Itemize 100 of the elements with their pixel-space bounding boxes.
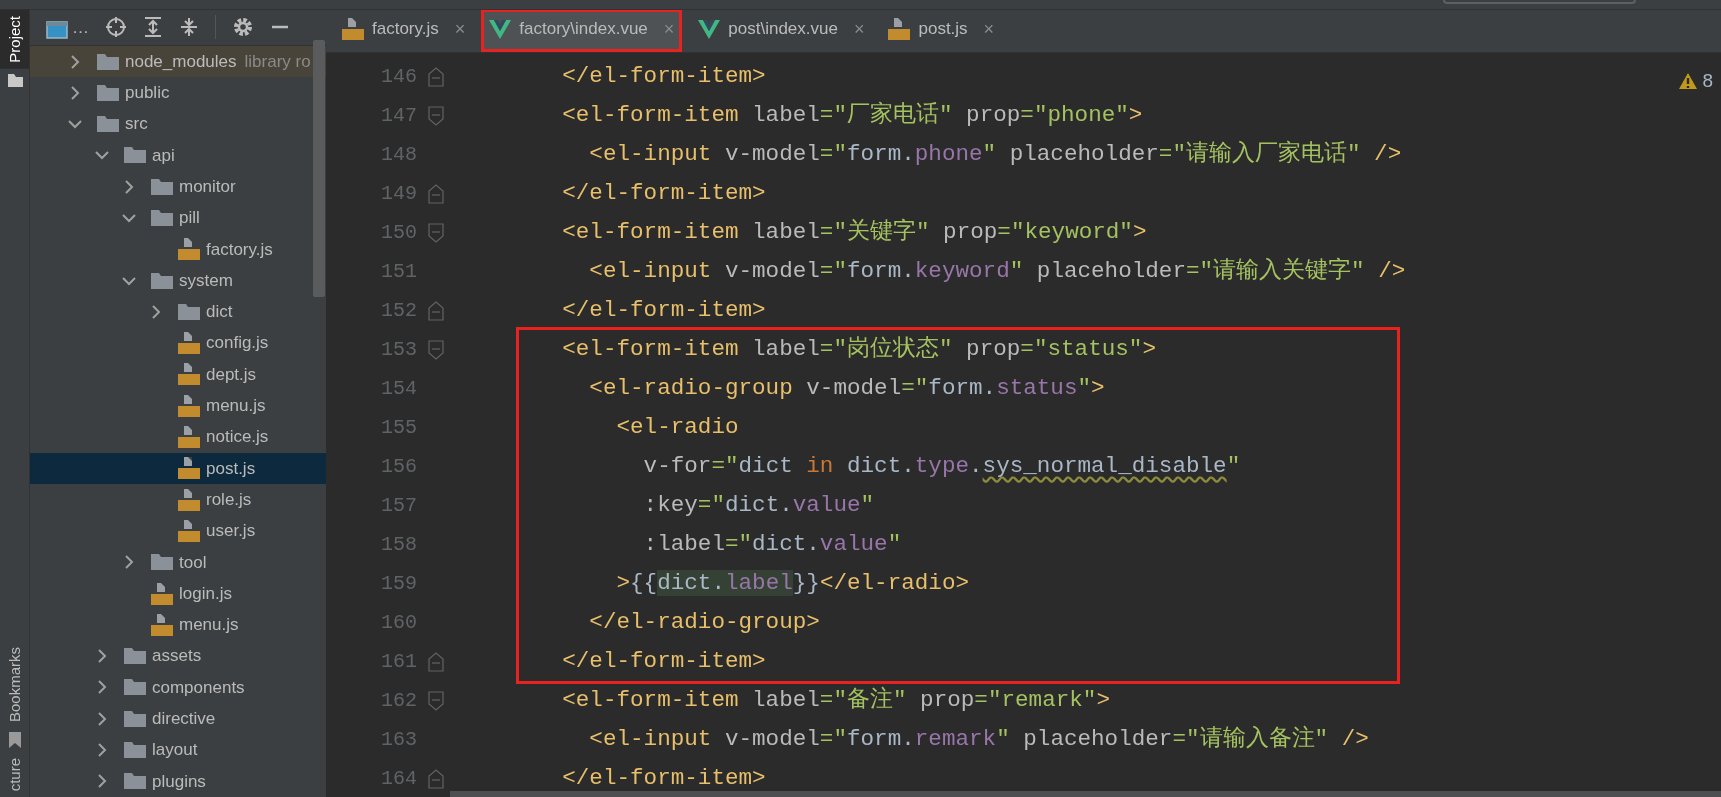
tree-item[interactable]: system [30,264,326,297]
warning-count[interactable]: 8 [1702,67,1713,96]
library-note: library ro [244,50,311,73]
line-number: 148 [380,142,417,168]
settings-icon[interactable] [232,16,254,39]
code-line: <el-input v-model="form.remark" placeholder="请输入备注" /> [588,724,1369,754]
code-line: <el-form-item label="备注" prop="remark"> [561,685,1110,715]
tree-item[interactable]: menu.js [30,609,326,641]
folder-icon [124,772,146,791]
side-tab[interactable]: Project [0,10,29,69]
editor-tab[interactable]: post\index.vue × [690,10,873,52]
folder-icon [178,302,200,321]
line-number: 162 [380,688,417,714]
line-number: 164 [380,766,417,792]
crosshair-icon[interactable] [105,16,127,39]
unfold-icon[interactable] [428,300,444,321]
js-file-icon [178,237,200,262]
js-file-icon [178,425,200,450]
js-file-icon [178,487,200,512]
line-number: 147 [380,103,417,129]
tree-item[interactable]: notice.js [30,421,326,453]
line-number: 149 [380,181,417,207]
folder-icon [124,741,146,760]
close-button[interactable]: × [454,15,466,43]
editor-tab[interactable]: factory.js × [334,10,474,52]
line-number: 146 [380,64,417,90]
view-menu[interactable]: … [72,14,89,41]
editor-tab[interactable]: factory\index.vue × [481,10,683,52]
tab-label: factory.js [372,18,439,41]
tree-item[interactable]: factory.js [30,233,326,265]
close-button[interactable]: × [853,15,865,43]
scrollbar[interactable] [313,40,325,297]
fold-icon[interactable] [428,105,444,126]
folder-icon [151,271,173,290]
tree-item[interactable]: user.js [30,515,326,547]
folder-icon [97,52,119,71]
tree-item[interactable]: dict [30,296,326,328]
vue-icon [489,19,512,39]
line-number: 158 [380,532,417,558]
unfold-icon[interactable] [428,183,444,204]
fold-icon[interactable] [428,690,444,711]
fold-icon[interactable] [428,222,444,243]
tree-item[interactable]: role.js [30,484,326,516]
side-tab[interactable]: Bookmarks [0,640,29,728]
js-file-icon [178,331,200,356]
tree-item[interactable]: tool [30,546,326,578]
tab-label: factory\index.vue [519,18,648,41]
js-file-icon [151,612,173,637]
vue-icon [698,19,721,39]
tree-item[interactable]: plugins [30,765,326,797]
code-line: <el-form-item label="关键字" prop="keyword"> [561,217,1147,247]
tree-item[interactable]: pill [30,202,326,234]
unfold-icon[interactable] [428,768,444,789]
folder-icon [97,115,119,134]
close-button[interactable]: × [983,15,995,43]
scrollbar[interactable] [450,791,1721,797]
window-icon[interactable] [46,20,68,41]
line-number: 161 [380,649,417,675]
editor-tab[interactable]: post.js × [880,10,1003,52]
folder-icon [151,209,173,227]
side-tab[interactable]: cture [0,751,29,797]
code-line: <el-form-item label="厂家电话" prop="phone"> [561,100,1143,130]
tree-item[interactable]: api [30,139,326,172]
folder-icon [124,678,146,697]
unfold-icon[interactable] [428,66,444,87]
expand-all-icon[interactable] [143,16,163,39]
js-file-icon [151,581,173,606]
code-line: </el-form-item> [561,179,766,208]
tree-item[interactable]: src [30,108,326,140]
folder-icon [97,83,119,102]
tree-item[interactable]: config.js [30,327,326,359]
folder-icon [124,647,146,666]
tree-item[interactable]: dept.js [30,358,326,391]
unfold-icon[interactable] [428,651,444,672]
tree-item[interactable]: post.js [30,452,326,485]
tree-item[interactable]: public [30,77,326,109]
code-line: >{{dict.label}}</el-radio> [615,569,970,598]
js-file-icon [178,518,200,543]
code-line: :label="dict.value" [642,530,902,559]
tree-item[interactable]: components [30,671,326,704]
tab-label: post\index.vue [728,18,838,41]
tree-item[interactable]: node_modules library ro [30,45,326,78]
js-file-icon [178,362,200,387]
code-line: </el-form-item> [561,764,766,793]
folder-icon [124,709,146,728]
tree-item[interactable]: login.js [30,577,326,610]
tree-item[interactable]: directive [30,703,326,735]
line-number: 157 [380,493,417,519]
code-line: <el-form-item label="岗位状态" prop="status"> [561,335,1156,364]
fold-icon[interactable] [428,339,444,360]
code-line: <el-radio-group v-model="form.status"> [588,374,1105,403]
tree-item[interactable]: assets [30,640,326,672]
line-number: 151 [380,259,417,285]
tree-item[interactable]: monitor [30,171,326,203]
tree-item[interactable]: menu.js [30,390,326,422]
line-number: 155 [380,415,417,441]
collapse-all-icon[interactable] [179,16,199,39]
code-line: </el-form-item> [561,647,766,676]
js-file-icon [178,393,200,418]
tree-item[interactable]: layout [30,734,326,766]
